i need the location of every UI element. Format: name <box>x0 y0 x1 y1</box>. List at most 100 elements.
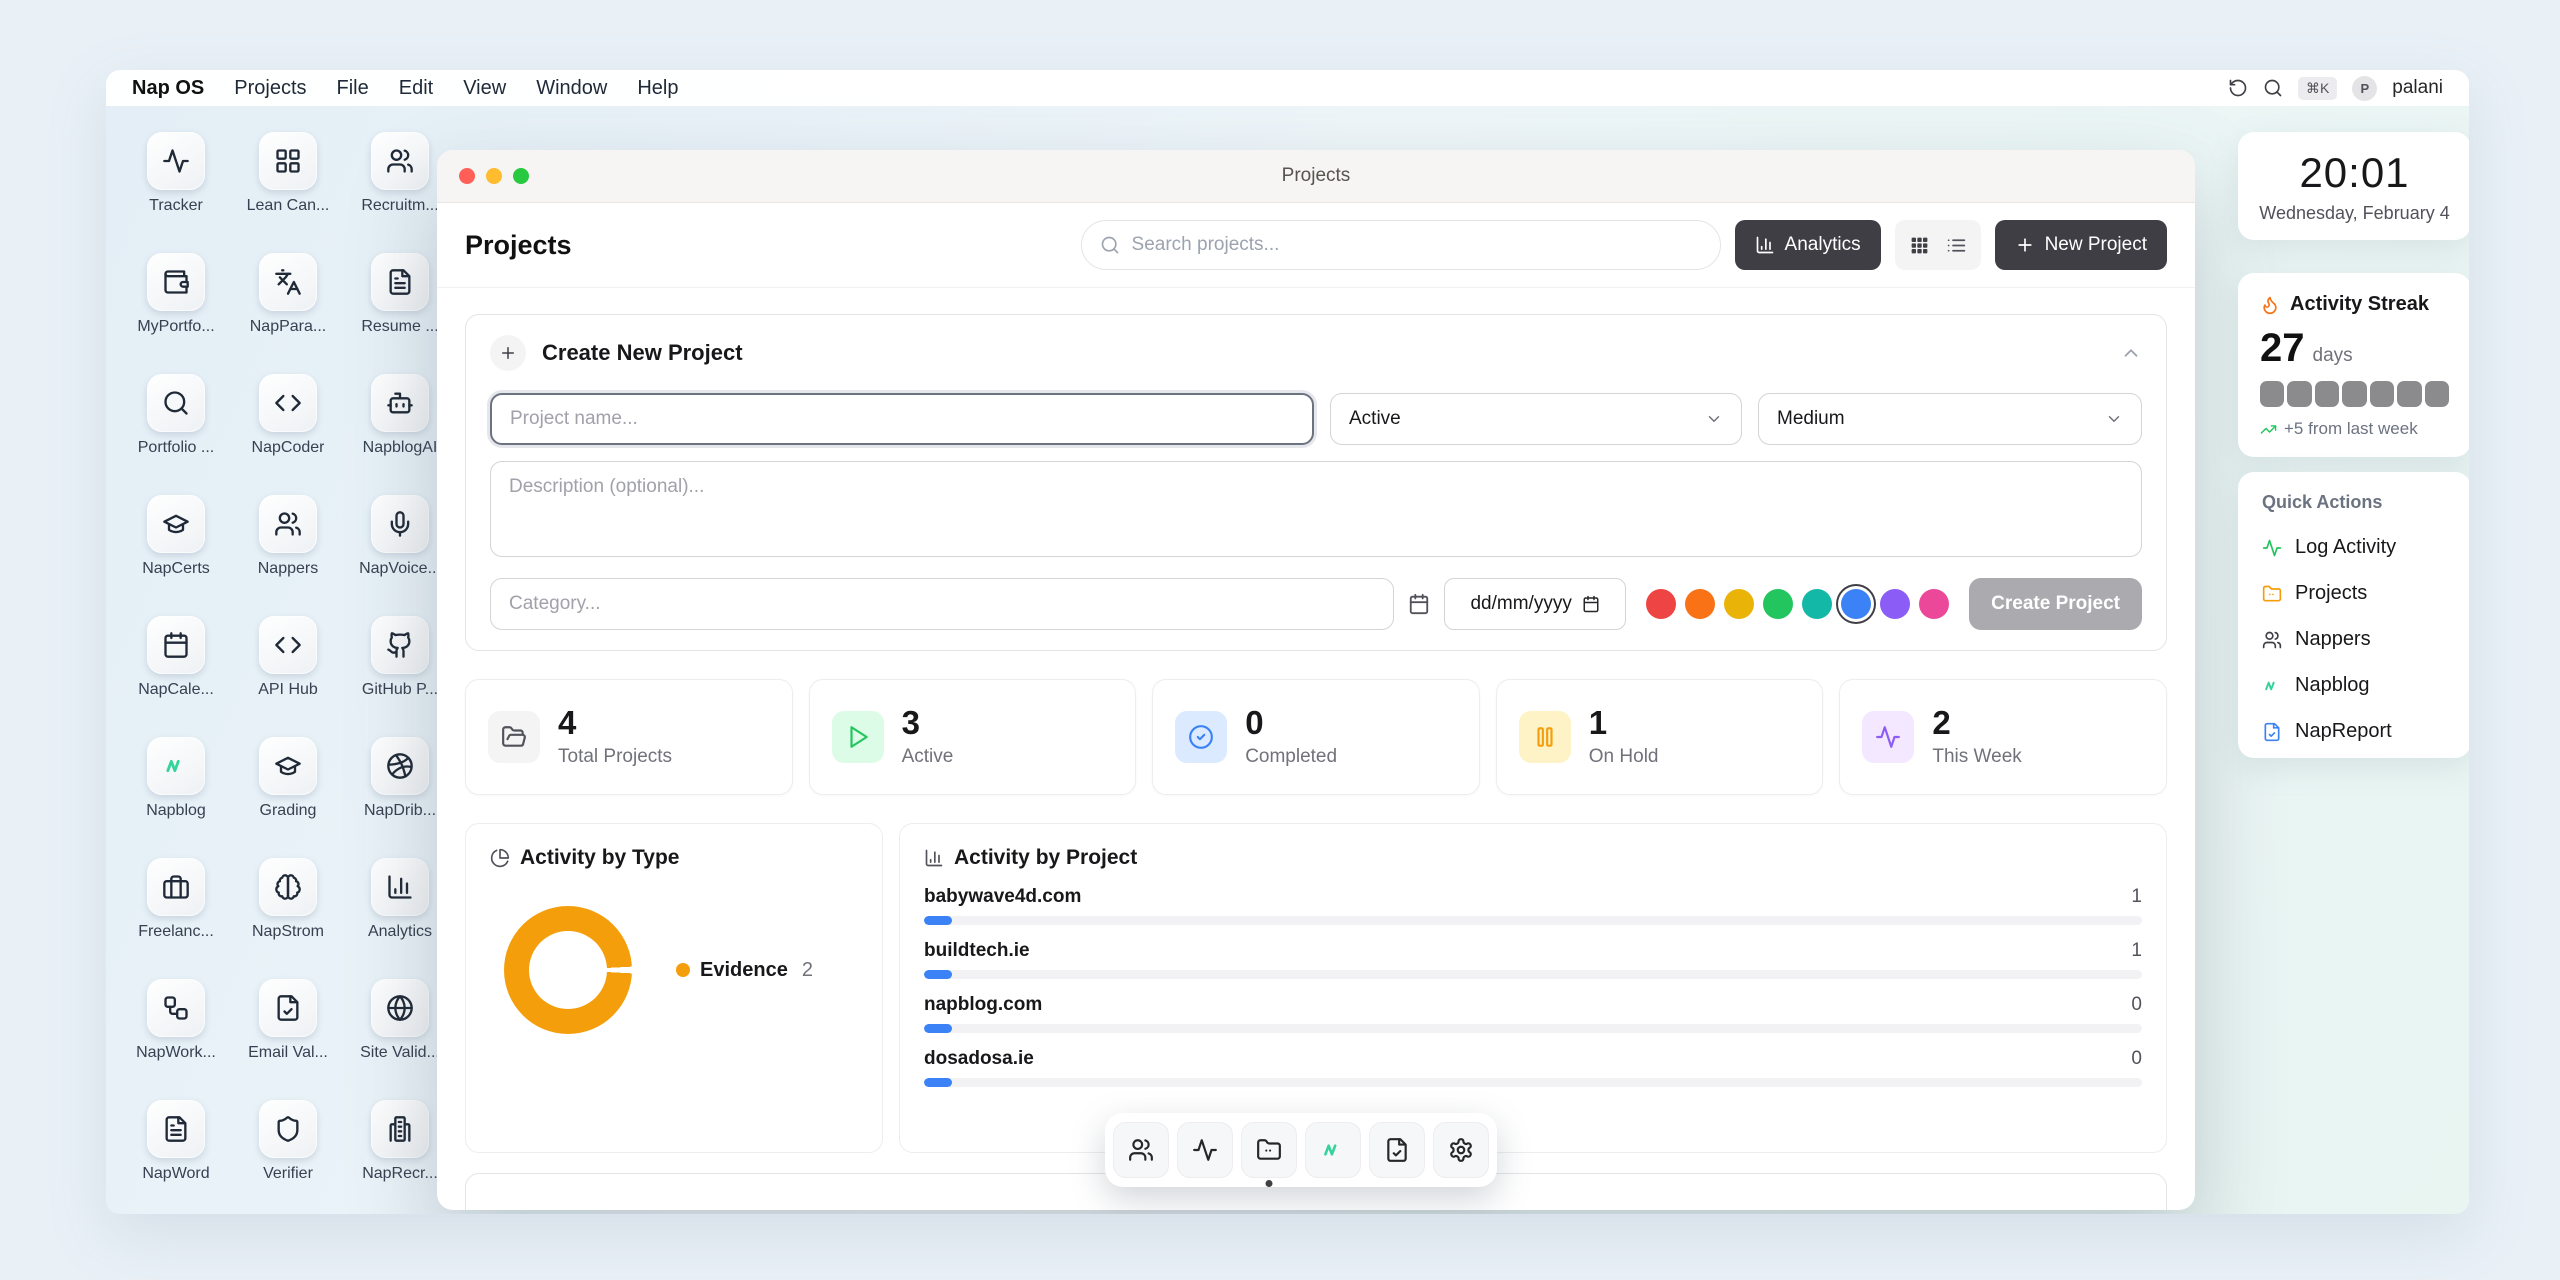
app-tile[interactable] <box>147 132 205 190</box>
app-tile[interactable] <box>259 858 317 916</box>
menu-item-file[interactable]: File <box>337 77 369 100</box>
app-tile[interactable] <box>259 737 317 795</box>
desktop-icon-napcerts[interactable]: NapCerts <box>120 495 232 616</box>
status-select[interactable]: Active <box>1330 393 1742 445</box>
quick-action-log-activity[interactable]: Log Activity <box>2262 536 2447 559</box>
app-tile[interactable] <box>371 737 429 795</box>
app-tile[interactable] <box>147 858 205 916</box>
app-tile[interactable] <box>147 1100 205 1158</box>
quick-action-napreport[interactable]: NapReport <box>2262 720 2447 743</box>
avatar[interactable]: P <box>2352 75 2378 101</box>
desktop-icon-napstrom[interactable]: NapStrom <box>232 858 344 979</box>
dock-projects[interactable] <box>1241 1122 1297 1187</box>
app-tile[interactable] <box>371 1100 429 1158</box>
desktop-icon-napcale[interactable]: NapCale... <box>120 616 232 737</box>
app-tile[interactable] <box>371 858 429 916</box>
priority-select[interactable]: Medium <box>1758 393 2142 445</box>
app-tile[interactable] <box>147 737 205 795</box>
app-tile[interactable] <box>147 495 205 553</box>
analytics-button[interactable]: Analytics <box>1734 220 1881 270</box>
app-tile[interactable] <box>147 253 205 311</box>
app-tile[interactable] <box>259 1100 317 1158</box>
project-name-input[interactable] <box>490 393 1314 445</box>
menu-item-view[interactable]: View <box>463 77 506 100</box>
flame-icon <box>2260 295 2280 315</box>
refresh-icon[interactable] <box>2228 78 2248 98</box>
app-tile[interactable] <box>259 374 317 432</box>
minimize-button[interactable] <box>486 168 502 184</box>
app-tile[interactable] <box>259 495 317 553</box>
due-date-input[interactable]: dd/mm/yyyy <box>1444 578 1627 630</box>
search-icon[interactable] <box>2263 78 2283 98</box>
app-tile[interactable] <box>371 495 429 553</box>
dock-settings[interactable] <box>1433 1122 1489 1178</box>
desktop-icon-portfolio[interactable]: Portfolio ... <box>120 374 232 495</box>
app-tile[interactable] <box>259 616 317 674</box>
desktop-icon-napblog[interactable]: Napblog <box>120 737 232 858</box>
color-dot-3[interactable] <box>1763 589 1794 619</box>
quick-action-napblog[interactable]: Napblog <box>2262 674 2447 697</box>
desktop-icon-napcoder[interactable]: NapCoder <box>232 374 344 495</box>
app-tile[interactable] <box>371 979 429 1037</box>
menu-item-edit[interactable]: Edit <box>399 77 433 100</box>
app-tile[interactable] <box>259 132 317 190</box>
color-dot-4[interactable] <box>1802 589 1833 619</box>
list-view-button[interactable] <box>1946 235 1967 256</box>
dock-reports[interactable] <box>1369 1122 1425 1178</box>
app-label: Napblog <box>146 802 206 819</box>
desktop-icon-napwork[interactable]: NapWork... <box>120 979 232 1100</box>
search-bar[interactable] <box>1080 220 1721 270</box>
dock-napblog[interactable] <box>1305 1122 1361 1178</box>
color-dot-6[interactable] <box>1880 589 1911 619</box>
app-tile[interactable] <box>147 979 205 1037</box>
color-dot-1[interactable] <box>1685 589 1716 619</box>
quick-action-icon <box>2262 676 2282 696</box>
desktop-icon-api-hub[interactable]: API Hub <box>232 616 344 737</box>
desktop-icon-lean-can[interactable]: Lean Can... <box>232 132 344 253</box>
desktop-icon-myportfo[interactable]: MyPortfo... <box>120 253 232 374</box>
window-titlebar[interactable]: Projects <box>437 150 2195 203</box>
app-tile[interactable] <box>259 979 317 1037</box>
color-dot-0[interactable] <box>1646 589 1677 619</box>
quick-action-projects[interactable]: Projects <box>2262 582 2447 605</box>
desktop-icon-tracker[interactable]: Tracker <box>120 132 232 253</box>
menu-item-help[interactable]: Help <box>637 77 678 100</box>
dock-tracker[interactable] <box>1177 1122 1233 1178</box>
app-tile[interactable] <box>147 374 205 432</box>
collapse-chevron-icon[interactable] <box>2120 342 2142 364</box>
app-tile[interactable] <box>371 253 429 311</box>
rotate-ccw-icon <box>2229 79 2247 97</box>
app-tile[interactable] <box>371 132 429 190</box>
new-project-button[interactable]: New Project <box>1994 220 2167 270</box>
create-panel-header[interactable]: Create New Project <box>490 335 2142 371</box>
app-label: Lean Can... <box>246 197 330 214</box>
maximize-button[interactable] <box>513 168 529 184</box>
app-tile[interactable] <box>371 616 429 674</box>
desktop-icon-email-val[interactable]: Email Val... <box>232 979 344 1100</box>
app-tile[interactable] <box>147 616 205 674</box>
grid-view-button[interactable] <box>1909 235 1930 256</box>
desktop-icon-verifier[interactable]: Verifier <box>232 1100 344 1214</box>
shortcut-badge[interactable]: ⌘K <box>2297 76 2338 100</box>
desktop-icon-freelanc[interactable]: Freelanc... <box>120 858 232 979</box>
desktop-icon-nappara[interactable]: NapPara... <box>232 253 344 374</box>
activity-by-project-card: Activity by Project babywave4d.com 1 bui… <box>899 823 2167 1153</box>
category-input[interactable] <box>490 578 1395 630</box>
color-dot-5[interactable] <box>1841 589 1872 619</box>
menu-item-projects[interactable]: Projects <box>234 77 306 100</box>
color-dot-2[interactable] <box>1724 589 1755 619</box>
quick-action-nappers[interactable]: Nappers <box>2262 628 2447 651</box>
app-tile[interactable] <box>371 374 429 432</box>
create-project-button[interactable]: Create Project <box>1969 578 2142 630</box>
desktop-icon-nappers[interactable]: Nappers <box>232 495 344 616</box>
close-button[interactable] <box>459 168 475 184</box>
app-tile[interactable] <box>259 253 317 311</box>
description-textarea[interactable] <box>490 461 2142 557</box>
menu-item-window[interactable]: Window <box>536 77 607 100</box>
bar-chart-icon <box>1756 236 1773 254</box>
dock-nappers[interactable] <box>1113 1122 1169 1178</box>
desktop-icon-napword[interactable]: NapWord <box>120 1100 232 1214</box>
desktop-icon-grading[interactable]: Grading <box>232 737 344 858</box>
search-input[interactable] <box>1129 233 1702 257</box>
color-dot-7[interactable] <box>1919 589 1950 619</box>
